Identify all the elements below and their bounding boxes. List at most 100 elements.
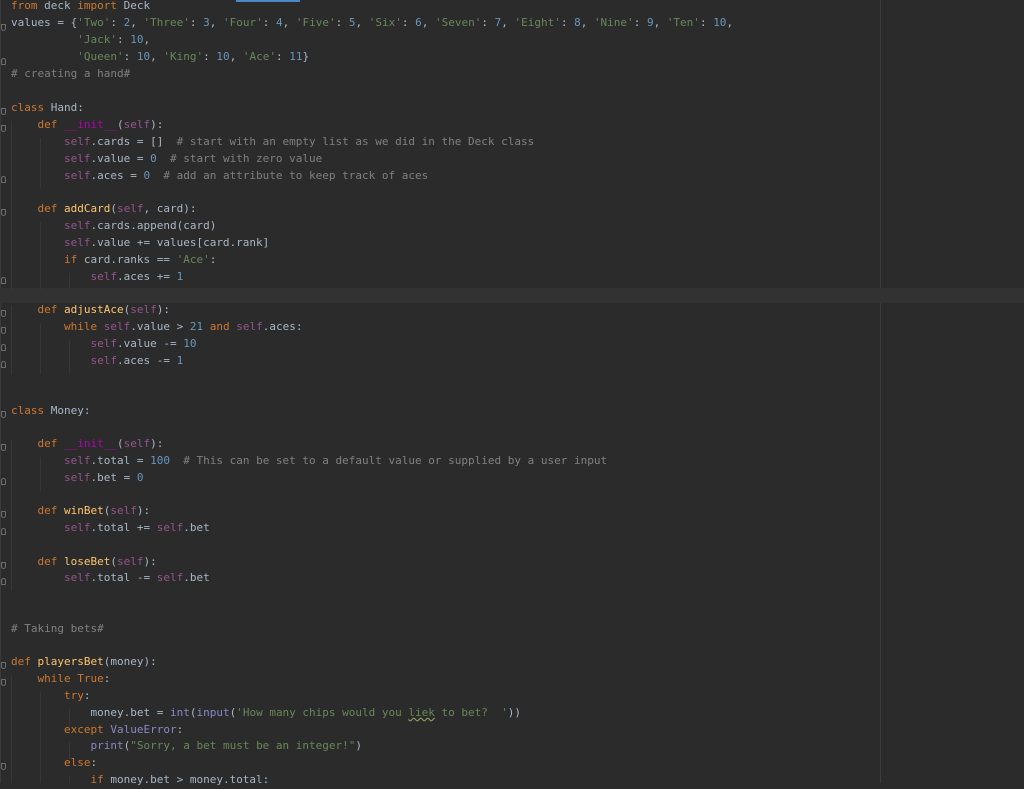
fold-toggle-icon[interactable] — [1, 327, 6, 334]
code-token: 6 — [415, 16, 422, 29]
fold-toggle-icon[interactable] — [1, 24, 6, 31]
code-token: self — [156, 521, 184, 534]
code-line[interactable]: self.value += values[card.rank] — [11, 235, 269, 252]
code-token: self — [103, 320, 131, 333]
code-line[interactable]: if card.ranks == 'Ace': — [11, 252, 216, 269]
code-token: input — [196, 706, 230, 719]
code-line[interactable]: self.value -= 10 — [11, 336, 196, 353]
code-token: 'King' — [163, 50, 204, 63]
fold-toggle-icon[interactable] — [1, 361, 6, 368]
code-line[interactable]: def __init__(self): — [11, 436, 164, 453]
code-token: self — [110, 504, 137, 517]
code-line[interactable]: def playersBet(money): — [11, 654, 157, 671]
code-line[interactable]: class Money: — [11, 403, 90, 420]
fold-toggle-icon[interactable] — [1, 277, 6, 284]
code-token: 'How many chips would you — [236, 706, 409, 719]
code-line[interactable]: def loseBet(self): — [11, 554, 157, 571]
fold-toggle-icon[interactable] — [1, 176, 6, 183]
code-line[interactable]: self.bet = 0 — [11, 470, 143, 487]
code-line[interactable]: # creating a hand# — [11, 66, 130, 83]
code-token: print — [90, 739, 124, 752]
fold-toggle-icon[interactable] — [1, 511, 6, 518]
code-token: ( — [110, 555, 117, 568]
code-line[interactable]: self.aces += 1 — [11, 269, 183, 286]
code-line[interactable]: values = {'Two': 2, 'Three': 3, 'Four': … — [11, 15, 733, 32]
code-line[interactable]: else: — [11, 755, 97, 772]
fold-toggle-icon[interactable] — [1, 763, 6, 770]
code-token: 'Jack' — [77, 33, 117, 46]
code-token: True — [77, 672, 104, 685]
fold-toggle-icon[interactable] — [1, 478, 6, 485]
code-token: 1 — [176, 354, 184, 367]
code-token: int — [169, 706, 190, 719]
code-token: self — [63, 521, 91, 534]
fold-toggle-icon[interactable] — [1, 578, 6, 585]
code-token: , — [580, 16, 594, 29]
code-token: Hand: — [44, 101, 84, 114]
code-line[interactable]: money.bet = int(input('How many chips wo… — [11, 705, 521, 722]
fold-toggle-icon[interactable] — [1, 58, 6, 65]
code-token: self — [236, 320, 263, 333]
code-line[interactable]: def __init__(self): — [11, 117, 164, 134]
fold-toggle-icon[interactable] — [1, 662, 6, 669]
code-token: # start with zero value — [169, 152, 323, 165]
code-token: .total += — [90, 521, 157, 534]
code-token: self — [156, 571, 184, 584]
code-line[interactable]: def adjustAce(self): — [11, 302, 170, 319]
code-line[interactable]: self.total += self.bet — [11, 520, 210, 537]
code-token: : — [560, 16, 575, 29]
code-line[interactable]: self.aces -= 1 — [11, 353, 183, 370]
code-token: ): — [136, 504, 151, 517]
code-token: : — [203, 50, 217, 63]
fold-toggle-icon[interactable] — [1, 344, 6, 351]
code-line[interactable]: while self.value > 21 and self.aces: — [11, 319, 302, 336]
code-token: card.ranks == — [77, 253, 177, 266]
code-line[interactable]: if money.bet > money.total: — [11, 772, 269, 789]
code-token: def — [37, 202, 64, 215]
code-token: : — [699, 16, 714, 29]
code-line[interactable]: self.aces = 0 # add an attribute to keep… — [11, 168, 428, 185]
code-token: , — [209, 16, 223, 29]
code-line[interactable]: 'Jack': 10, — [11, 32, 150, 49]
fold-toggle-icon[interactable] — [1, 444, 6, 451]
code-line[interactable]: self.value = 0 # start with zero value — [11, 151, 322, 168]
code-token: 'Ace' — [242, 50, 276, 63]
code-line[interactable]: from deck import Deck — [11, 0, 150, 15]
code-line[interactable]: # Taking bets# — [11, 621, 104, 638]
code-line[interactable]: self.total -= self.bet — [11, 570, 210, 587]
code-token: : — [103, 672, 111, 685]
code-token: 'Queen' — [77, 50, 124, 63]
fold-toggle-icon[interactable] — [1, 209, 6, 216]
code-token: : — [189, 16, 204, 29]
code-token: if — [63, 253, 78, 266]
code-token: , — [150, 50, 164, 63]
fold-toggle-icon[interactable] — [1, 125, 6, 132]
fold-toggle-icon[interactable] — [1, 108, 6, 115]
code-line[interactable]: self.cards = [] # start with an empty li… — [11, 134, 534, 151]
code-line[interactable]: print("Sorry, a bet must be an integer!"… — [11, 738, 362, 755]
code-token: self — [63, 471, 91, 484]
fold-toggle-icon[interactable] — [1, 528, 6, 535]
code-token: self — [90, 270, 117, 283]
code-token: 8 — [574, 16, 581, 29]
code-line[interactable]: class Hand: — [11, 100, 84, 117]
code-line[interactable]: self.total = 100 # This can be set to a … — [11, 453, 607, 470]
fold-toggle-icon[interactable] — [1, 411, 6, 418]
code-token: def — [11, 655, 38, 668]
code-editor[interactable]: from deck import Deck values = {'Two': 2,… — [0, 0, 1024, 786]
code-token: 10 — [183, 337, 197, 350]
code-line[interactable]: def addCard(self, card): — [11, 201, 197, 218]
code-token: # creating a hand# — [11, 67, 131, 80]
fold-toggle-icon[interactable] — [1, 679, 6, 686]
fold-toggle-icon[interactable] — [1, 562, 6, 569]
code-line[interactable]: try: — [11, 688, 91, 705]
fold-toggle-icon[interactable] — [1, 310, 6, 317]
code-line[interactable]: 'Queen': 10, 'King': 10, 'Ace': 11} — [11, 49, 309, 66]
code-token: # add an attribute to keep track of aces — [163, 169, 429, 182]
code-line[interactable]: self.cards.append(card) — [11, 218, 216, 235]
code-line[interactable]: while True: — [11, 671, 111, 688]
code-line[interactable]: def winBet(self): — [11, 503, 151, 520]
code-line[interactable]: except ValueError: — [11, 722, 183, 739]
